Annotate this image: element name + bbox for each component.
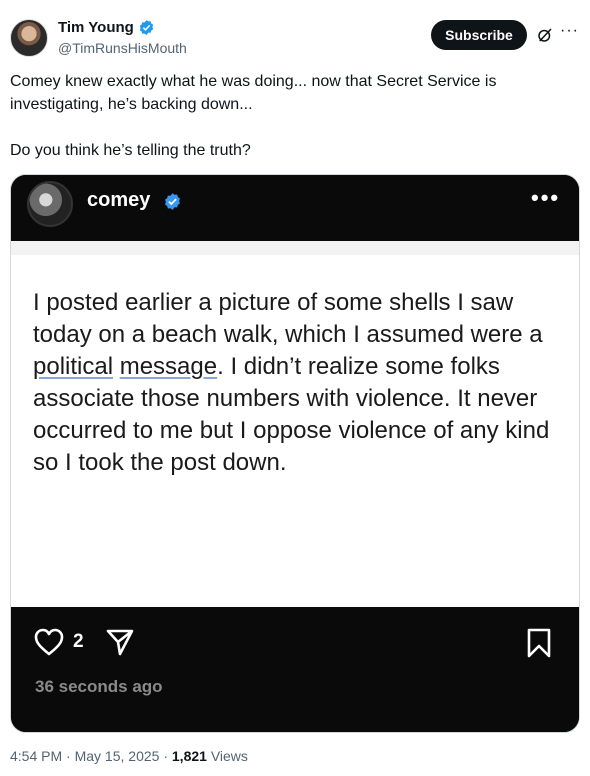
author-avatar[interactable] xyxy=(10,19,48,57)
ig-verified-badge-icon xyxy=(165,193,180,210)
views-count: 1,821 xyxy=(171,748,207,764)
tweet-time[interactable]: 4:54 PM xyxy=(10,748,62,764)
heart-icon xyxy=(34,628,64,656)
ig-post-body: I posted earlier a picture of some shell… xyxy=(11,241,579,607)
tweet-text-line-2: Do you think he’s telling the truth? xyxy=(10,142,251,159)
like-count: 2 xyxy=(73,631,84,652)
bookmark-icon xyxy=(527,628,551,658)
ig-username: comey xyxy=(87,189,151,211)
meta-separator: · xyxy=(163,748,168,764)
meta-separator: · xyxy=(66,748,71,764)
ig-text-part-2: political xyxy=(33,353,114,380)
ig-text-part-1: I posted earlier a picture of some shell… xyxy=(33,289,543,348)
views-label: Views xyxy=(210,748,248,764)
grok-icon[interactable] xyxy=(536,26,554,44)
author-name-row: Tim Young xyxy=(58,19,155,36)
post-time-ago: 36 seconds ago xyxy=(35,677,163,696)
tweet-text-line-1: Comey knew exactly what he was doing... … xyxy=(10,73,497,113)
ig-more-icon: ••• xyxy=(531,185,561,210)
tweet-meta-row: 4:54 PM · May 15, 2025 · 1,821 Views xyxy=(10,748,248,764)
more-icon[interactable]: ··· xyxy=(560,22,579,40)
tweet-text: Comey knew exactly what he was doing... … xyxy=(10,70,570,162)
ig-header: comey ••• xyxy=(11,175,579,241)
author-display-name[interactable]: Tim Young xyxy=(58,19,134,36)
subscribe-button[interactable]: Subscribe xyxy=(431,20,527,50)
ig-text-part-3 xyxy=(113,353,120,380)
author-handle[interactable]: @TimRunsHisMouth xyxy=(58,40,187,56)
ig-post-text: I posted earlier a picture of some shell… xyxy=(33,287,563,479)
send-icon xyxy=(106,629,134,656)
tweet-date[interactable]: May 15, 2025 xyxy=(75,748,160,764)
ig-footer: 2 36 seconds ago xyxy=(11,607,579,732)
verified-badge-icon xyxy=(139,20,154,35)
ig-text-part-4: message xyxy=(119,353,218,380)
ig-avatar xyxy=(27,181,73,227)
attached-image[interactable]: comey ••• I posted earlier a picture of … xyxy=(10,174,580,733)
